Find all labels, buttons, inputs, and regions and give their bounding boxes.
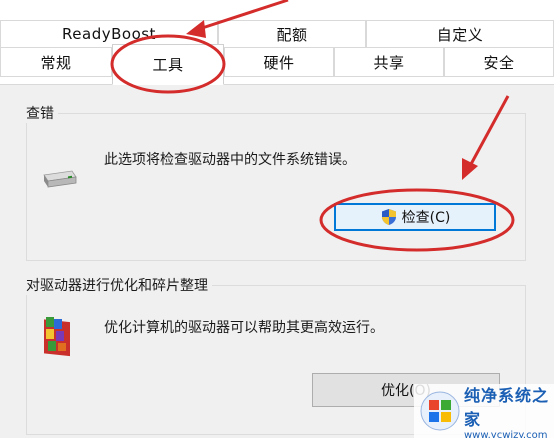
tab-general-label: 常规 bbox=[40, 53, 72, 72]
error-checking-title: 查错 bbox=[22, 103, 58, 123]
tab-customize[interactable]: 自定义 bbox=[366, 20, 554, 47]
watermark-title: 纯净系统之家 bbox=[464, 385, 550, 429]
tab-tools[interactable]: 工具 bbox=[112, 44, 224, 85]
optimize-title: 对驱动器进行优化和碎片整理 bbox=[22, 275, 212, 295]
watermark-url: www.ycwjzy.com bbox=[464, 429, 548, 438]
tab-tools-label: 工具 bbox=[152, 56, 184, 74]
tab-quota[interactable]: 配额 bbox=[218, 20, 366, 47]
uac-shield-icon bbox=[380, 208, 398, 226]
tab-readyboost-label: ReadyBoost bbox=[62, 25, 156, 43]
error-checking-group bbox=[26, 113, 526, 261]
optimize-description: 优化计算机的驱动器可以帮助其更高效运行。 bbox=[104, 320, 384, 336]
check-button[interactable]: 检查(C) bbox=[334, 203, 496, 231]
tab-general[interactable]: 常规 bbox=[0, 47, 112, 77]
tab-readyboost[interactable]: ReadyBoost bbox=[0, 20, 218, 47]
tab-security-label: 安全 bbox=[483, 53, 515, 72]
tab-quota-label: 配额 bbox=[276, 25, 308, 44]
error-checking-description: 此选项将检查驱动器中的文件系统错误。 bbox=[104, 152, 356, 168]
defrag-icon bbox=[40, 313, 74, 357]
drive-icon bbox=[42, 169, 78, 189]
tab-sharing[interactable]: 共享 bbox=[334, 47, 444, 77]
tab-security[interactable]: 安全 bbox=[444, 47, 554, 77]
tab-sharing-label: 共享 bbox=[373, 53, 405, 72]
check-button-label: 检查(C) bbox=[401, 210, 451, 226]
watermark: 纯净系统之家 www.ycwjzy.com bbox=[414, 384, 554, 438]
tab-hardware-label: 硬件 bbox=[263, 53, 295, 72]
windows-logo-icon bbox=[420, 391, 460, 431]
tab-hardware[interactable]: 硬件 bbox=[224, 47, 334, 77]
tab-customize-label: 自定义 bbox=[436, 25, 484, 44]
